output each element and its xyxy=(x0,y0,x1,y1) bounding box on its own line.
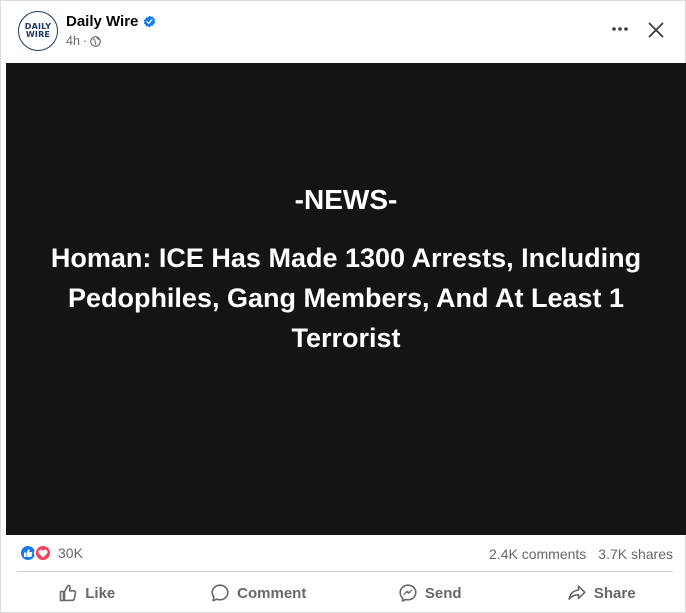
share-label: Share xyxy=(593,584,636,602)
ellipsis-icon xyxy=(612,27,628,31)
close-button[interactable] xyxy=(643,17,669,43)
comments-count[interactable]: 2.4K comments xyxy=(489,546,586,562)
engagement-counts: 2.4K comments 3.7K shares xyxy=(489,546,673,562)
post-stats: 30K 2.4K comments 3.7K shares xyxy=(1,535,686,571)
like-label: Like xyxy=(85,584,116,602)
post-image[interactable]: -NEWS- Homan: ICE Has Made 1300 Arrests,… xyxy=(6,63,686,535)
love-reaction-icon xyxy=(34,544,52,562)
post-card: DAILY WIRE Daily Wire 4h · -NEWS- Homan:… xyxy=(0,0,686,613)
avatar-text-line2: WIRE xyxy=(25,30,51,39)
like-button[interactable]: Like xyxy=(1,573,173,613)
comment-label: Comment xyxy=(237,584,307,602)
shares-count[interactable]: 3.7K shares xyxy=(598,546,673,562)
actions-divider xyxy=(17,571,673,572)
reaction-count: 30K xyxy=(58,545,83,561)
meta-separator: · xyxy=(82,34,88,48)
verified-badge-icon xyxy=(144,15,156,28)
send-button[interactable]: Send xyxy=(344,573,516,613)
comment-icon xyxy=(211,584,229,602)
image-headline: Homan: ICE Has Made 1300 Arrests, Includ… xyxy=(50,243,642,353)
post-time[interactable]: 4h xyxy=(66,34,80,48)
reactions-summary[interactable]: 30K xyxy=(19,544,83,562)
share-button[interactable]: Share xyxy=(516,573,686,613)
author-row: Daily Wire xyxy=(66,13,156,30)
globe-icon xyxy=(90,35,101,47)
author-avatar[interactable]: DAILY WIRE xyxy=(18,11,58,51)
post-meta: 4h · xyxy=(66,34,101,48)
close-icon xyxy=(648,22,664,38)
more-options-button[interactable] xyxy=(607,17,633,41)
image-kicker: -NEWS- xyxy=(294,184,398,215)
comment-button[interactable]: Comment xyxy=(173,573,345,613)
messenger-icon xyxy=(399,584,417,602)
author-name[interactable]: Daily Wire xyxy=(66,13,138,30)
share-arrow-icon xyxy=(568,585,586,600)
thumbs-up-icon xyxy=(59,584,77,602)
send-label: Send xyxy=(424,584,462,602)
post-header: DAILY WIRE Daily Wire 4h · xyxy=(1,1,686,63)
post-actions: Like Comment Send Share xyxy=(1,573,686,613)
